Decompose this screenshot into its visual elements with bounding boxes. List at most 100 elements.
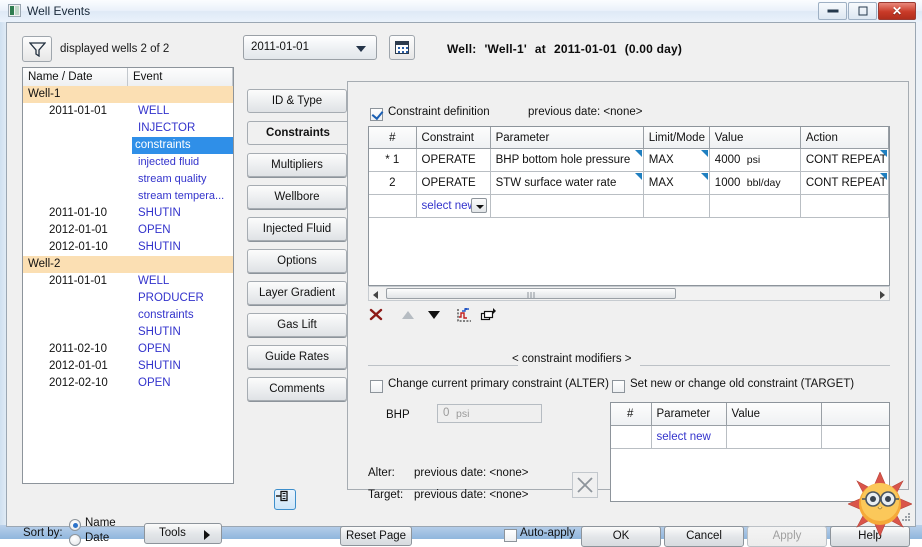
tree-event-label[interactable]: SHUTIN (135, 324, 185, 341)
bhp-input[interactable]: 0 psi (437, 404, 542, 423)
constraint-definition-checkbox[interactable] (370, 108, 383, 121)
tree-event-row[interactable]: PRODUCER (23, 290, 233, 307)
target-col-parameter[interactable]: Parameter (651, 403, 727, 426)
tree-event-label[interactable]: SHUTIN (135, 205, 185, 222)
tree-event-row[interactable]: INJECTOR (23, 120, 233, 137)
arrow-down-icon[interactable] (426, 307, 442, 326)
scroll-right-icon[interactable] (880, 290, 885, 299)
cell-action[interactable]: CONT REPEAT (800, 171, 889, 195)
tab-injected-fluid[interactable]: Injected Fluid (247, 217, 347, 241)
tree-well-row[interactable]: Well-1 (23, 86, 233, 103)
col-limit-mode[interactable]: Limit/Mode (643, 127, 710, 149)
col-constraint[interactable]: Constraint (416, 127, 491, 149)
target-select-new[interactable]: select new (651, 425, 727, 449)
constraints-row[interactable]: 2 OPERATE STW surface water rate MAX 1000 bb… (369, 171, 889, 195)
tree-event-row[interactable]: constraints (23, 307, 233, 324)
tree-event-row[interactable]: SHUTIN (23, 324, 233, 341)
scrollbar-thumb[interactable] (386, 288, 676, 299)
tree-event-label[interactable]: stream tempera... (135, 188, 228, 205)
cell-parameter[interactable]: BHP bottom hole pressure (490, 148, 644, 172)
chevron-down-icon[interactable] (470, 198, 487, 213)
tree-event-row[interactable]: stream quality (23, 171, 233, 188)
column-header-name-date[interactable]: Name / Date (23, 68, 128, 86)
cell-num[interactable]: * 1 (369, 148, 417, 172)
clear-x-icon[interactable] (572, 472, 598, 498)
copy-windows-icon[interactable] (480, 307, 498, 326)
col-action[interactable]: Action (800, 127, 889, 149)
cell-action[interactable]: CONT REPEAT (800, 148, 889, 172)
tree-event-row[interactable]: 2011-01-01 WELL (23, 103, 233, 120)
tree-event-label[interactable]: OPEN (135, 222, 175, 239)
calendar-grid-icon[interactable] (389, 35, 415, 60)
constraints-row[interactable]: * 1 OPERATE BHP bottom hole pressure MAX 400… (369, 148, 889, 172)
tree-event-label[interactable]: SHUTIN (135, 358, 185, 375)
cell-value[interactable]: 1000 bbl/day (709, 171, 801, 195)
tab-id-type[interactable]: ID & Type (247, 89, 347, 113)
tree-event-row[interactable]: 2012-01-10 SHUTIN (23, 239, 233, 256)
tab-multipliers[interactable]: Multipliers (247, 153, 347, 177)
filter-icon[interactable] (22, 36, 52, 62)
tools-button[interactable]: Tools (144, 523, 222, 544)
cell-limit-mode[interactable]: MAX (643, 148, 710, 172)
tab-layer-gradient[interactable]: Layer Gradient (247, 281, 347, 305)
tree-event-label[interactable]: PRODUCER (135, 290, 208, 307)
constraints-row-new[interactable]: select new (369, 194, 889, 218)
target-col-num[interactable]: # (611, 403, 652, 426)
tab-constraints[interactable]: Constraints (247, 121, 349, 145)
auto-apply-checkbox[interactable] (504, 529, 517, 542)
tab-options[interactable]: Options (247, 249, 347, 273)
target-col-value[interactable]: Value (726, 403, 822, 426)
cell-constraint[interactable]: OPERATE (416, 171, 491, 195)
tree-event-label[interactable]: OPEN (135, 341, 175, 358)
event-tree[interactable]: Name / Date Event Well-1 2011-01-01 WELL IN… (22, 67, 234, 484)
tree-event-label[interactable]: constraints (135, 307, 198, 324)
col-parameter[interactable]: Parameter (490, 127, 644, 149)
tree-event-label[interactable]: INJECTOR (135, 120, 199, 137)
cell-parameter[interactable]: STW surface water rate (490, 171, 644, 195)
cell-dropdown-flag-icon[interactable] (700, 173, 708, 180)
cancel-button[interactable]: Cancel (664, 526, 744, 547)
col-value[interactable]: Value (709, 127, 801, 149)
cell-value[interactable]: 4000 psi (709, 148, 801, 172)
tree-well-row[interactable]: Well-2 (23, 256, 233, 273)
tree-event-label[interactable]: SHUTIN (135, 239, 185, 256)
cell-num[interactable]: 2 (369, 171, 417, 195)
tree-event-row[interactable]: constraints (23, 137, 233, 154)
pin-icon[interactable] (274, 489, 296, 510)
cell-dropdown-flag-icon[interactable] (634, 150, 642, 157)
scroll-left-icon[interactable] (373, 290, 378, 299)
cell-constraint[interactable]: OPERATE (416, 148, 491, 172)
target-cell-value[interactable] (726, 425, 822, 449)
maximize-button[interactable] (848, 2, 877, 20)
date-select[interactable]: 2011-01-01 (243, 35, 377, 60)
cell-value[interactable] (709, 194, 801, 218)
cell-dropdown-flag-icon[interactable] (880, 150, 887, 157)
select-new-cell[interactable]: select new (416, 194, 491, 218)
column-header-event[interactable]: Event (128, 68, 233, 86)
tree-event-label[interactable]: stream quality (135, 171, 210, 188)
tree-event-label[interactable]: WELL (135, 103, 173, 120)
cell-dropdown-flag-icon[interactable] (634, 173, 642, 180)
delete-x-icon[interactable] (368, 307, 384, 326)
tree-event-row[interactable]: 2011-01-10 SHUTIN (23, 205, 233, 222)
arrow-up-icon[interactable] (400, 307, 416, 326)
tree-event-row[interactable]: 2012-01-01 OPEN (23, 222, 233, 239)
tab-comments[interactable]: Comments (247, 377, 347, 401)
tab-guide-rates[interactable]: Guide Rates (247, 345, 347, 369)
minimize-button[interactable] (818, 2, 847, 20)
target-row-new[interactable]: select new (611, 425, 889, 449)
target-checkbox[interactable] (612, 380, 625, 393)
tab-wellbore[interactable]: Wellbore (247, 185, 347, 209)
tree-event-row[interactable]: 2011-02-10 OPEN (23, 341, 233, 358)
cell-limit-mode[interactable] (643, 194, 710, 218)
radio-sort-name[interactable] (69, 519, 81, 531)
col-num[interactable]: # (369, 127, 417, 149)
plot-chart-icon[interactable] (456, 307, 472, 326)
select-new-label[interactable]: select new (422, 200, 476, 212)
tree-event-label[interactable]: WELL (135, 273, 173, 290)
constraints-horizontal-scrollbar[interactable] (368, 286, 890, 301)
cell-parameter[interactable] (490, 194, 644, 218)
tree-event-row[interactable]: 2011-01-01 WELL (23, 273, 233, 290)
cell-limit-mode[interactable]: MAX (643, 171, 710, 195)
reset-page-button[interactable]: Reset Page (340, 526, 412, 546)
